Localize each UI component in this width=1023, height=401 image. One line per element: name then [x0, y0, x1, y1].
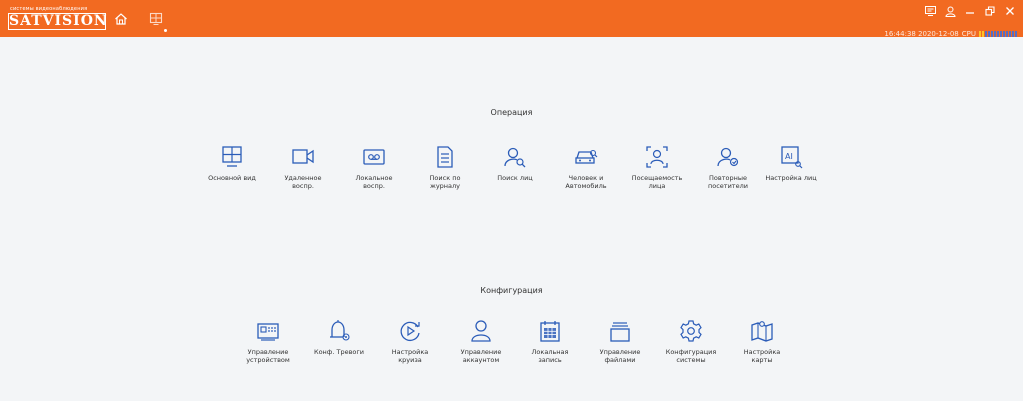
device-icon: [257, 323, 279, 341]
close-icon: [1006, 7, 1014, 15]
tile-face-attendance[interactable]: Посещаемость лица: [621, 145, 693, 190]
cassette-icon: [363, 149, 385, 165]
map-icon: [751, 321, 773, 342]
message-icon: [924, 6, 936, 16]
tile-label: Поиск лиц: [497, 174, 533, 182]
tile-label: Управление аккаунтом: [460, 348, 502, 364]
tile-map-settings[interactable]: Настройка карты: [726, 319, 798, 364]
tile-label: Управление устройством: [246, 348, 290, 364]
logo-tagline: системы видеонаблюдения: [10, 6, 88, 12]
gear-icon: [680, 320, 702, 342]
close-button[interactable]: [1003, 4, 1017, 18]
tile-label: Посещаемость лица: [631, 174, 683, 190]
tile-remote-playback[interactable]: Удаленное воспр.: [267, 145, 339, 190]
document-icon: [437, 146, 453, 168]
cpu-usage-meter: [979, 31, 1017, 37]
title-bar: системы видеонаблюдения SATVISION 16:44:…: [0, 0, 1023, 38]
tile-label: Локальная запись: [531, 348, 569, 364]
cruise-play-icon: [400, 321, 420, 342]
car-search-icon: [575, 149, 598, 164]
tile-system-config[interactable]: Конфигурация системы: [655, 319, 727, 364]
tile-label: Основной вид: [208, 174, 256, 182]
grid-icon: [149, 12, 163, 25]
tile-file-management[interactable]: Управление файлами: [584, 319, 656, 364]
logo-brand: SATVISION: [8, 13, 108, 30]
tile-cruise-settings[interactable]: Настройка круиза: [374, 319, 446, 364]
face-search-icon: [504, 147, 526, 168]
tile-repeat-visitors[interactable]: Повторные посетители: [692, 145, 764, 190]
repeat-visitor-icon: [717, 147, 739, 167]
tile-alarm-config[interactable]: Конф. Тревоги: [303, 319, 375, 357]
tile-local-record[interactable]: Локальная запись: [514, 319, 586, 364]
cpu-label: CPU: [961, 30, 976, 38]
tile-log-search[interactable]: Поиск по журналу: [409, 145, 481, 190]
alarm-bell-icon: [330, 320, 350, 341]
window-controls: [923, 4, 1017, 18]
configuration-section-title: Конфигурация: [480, 286, 543, 295]
video-camera-icon: [292, 149, 314, 164]
restore-icon: [985, 6, 995, 16]
minimize-icon: [966, 12, 974, 14]
tile-label: Настройка карты: [743, 348, 781, 364]
tile-human-vehicle[interactable]: Человек и Автомобиль: [550, 145, 622, 190]
tile-device-management[interactable]: Управление устройством: [232, 319, 304, 364]
user-button[interactable]: [943, 4, 957, 18]
tile-label: Конф. Тревоги: [313, 348, 365, 356]
status-bar: 16:44:38 2020-12-08 CPU: [884, 30, 1017, 38]
calendar-icon: [540, 321, 560, 342]
operations-section-title: Операция: [490, 108, 533, 117]
tile-face-settings[interactable]: AI Настройка лиц: [755, 145, 827, 183]
svg-text:AI: AI: [785, 152, 793, 161]
user-account-icon: [471, 320, 491, 342]
timestamp: 16:44:38 2020-12-08: [884, 30, 959, 38]
ai-face-icon: AI: [781, 146, 803, 169]
live-view-indicator-dot: [164, 29, 167, 32]
live-view-button[interactable]: [146, 9, 166, 29]
message-button[interactable]: [923, 4, 937, 18]
tile-label: Поиск по журналу: [429, 174, 461, 190]
tile-label: Удаленное воспр.: [284, 174, 322, 190]
tile-main-view[interactable]: Основной вид: [196, 145, 268, 183]
tile-local-playback[interactable]: Локальное воспр.: [338, 145, 410, 190]
home-button[interactable]: [111, 9, 131, 29]
tile-label: Управление файлами: [599, 348, 641, 364]
tile-label: Повторные посетители: [708, 174, 748, 190]
tile-face-search[interactable]: Поиск лиц: [479, 145, 551, 183]
tile-label: Локальное воспр.: [355, 174, 393, 190]
tile-label: Настройка лиц: [765, 174, 817, 182]
home-icon: [115, 13, 127, 25]
minimize-button[interactable]: [963, 4, 977, 18]
files-icon: [610, 322, 630, 342]
tile-label: Настройка круиза: [391, 348, 429, 364]
restore-button[interactable]: [983, 4, 997, 18]
satvision-logo: системы видеонаблюдения SATVISION: [8, 6, 108, 32]
user-icon: [944, 6, 956, 17]
tile-account-management[interactable]: Управление аккаунтом: [445, 319, 517, 364]
monitor-grid-icon: [222, 146, 242, 167]
face-scan-icon: [646, 146, 668, 168]
tile-label: Человек и Автомобиль: [565, 174, 607, 190]
tile-label: Конфигурация системы: [665, 348, 717, 364]
